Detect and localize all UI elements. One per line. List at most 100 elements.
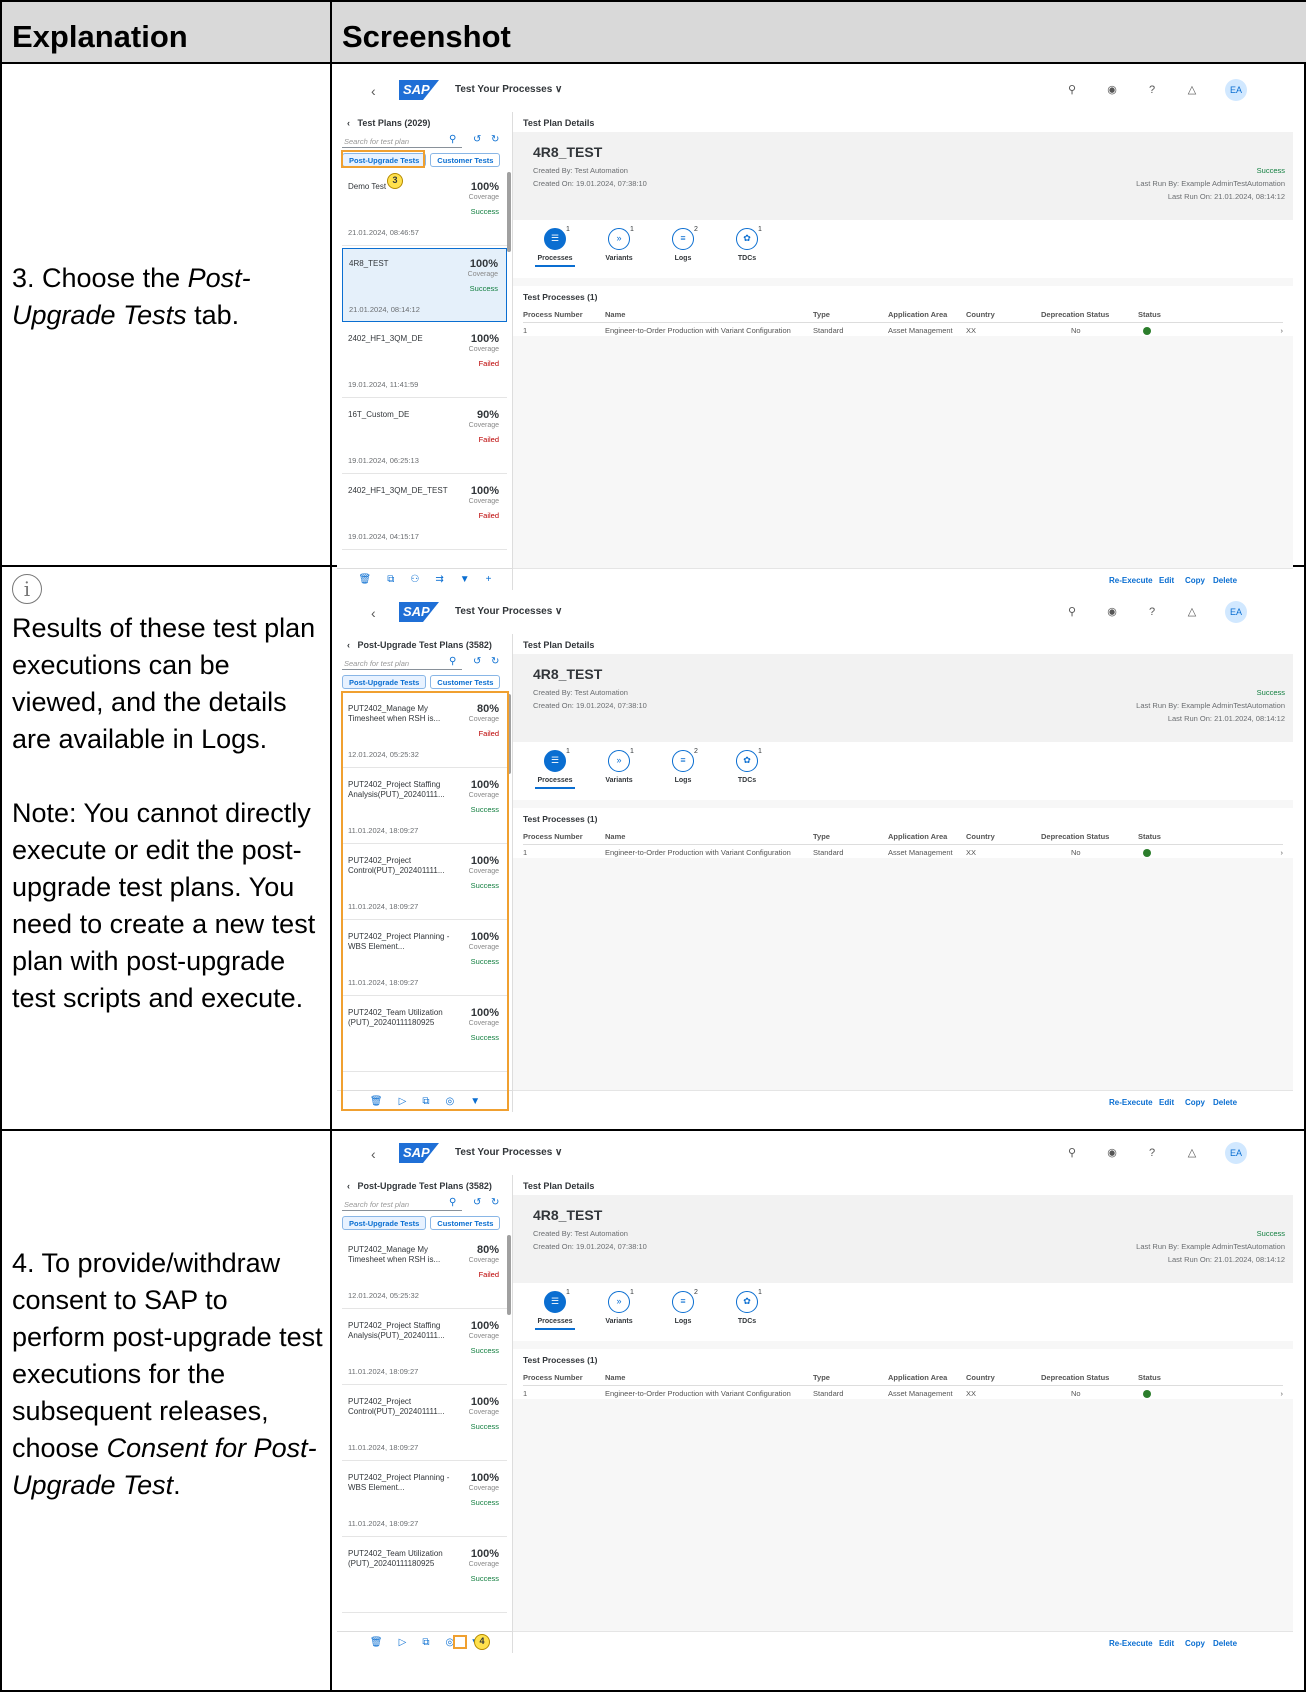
variants-icon: » bbox=[608, 228, 630, 250]
back-icon[interactable]: ‹ bbox=[371, 83, 376, 99]
list-item[interactable]: PUT2402_Project Staffing Analysis(PUT)_2… bbox=[342, 1311, 507, 1385]
help-icon[interactable]: ? bbox=[1145, 605, 1159, 619]
back-icon[interactable]: ‹ bbox=[371, 1146, 376, 1162]
search-input[interactable]: Search for test plan bbox=[342, 1198, 462, 1211]
assign-icon[interactable]: ⚇ bbox=[410, 574, 419, 585]
search-icon[interactable]: ⚲ bbox=[449, 134, 456, 145]
tab-logs[interactable]: ≡ 2 Logs bbox=[663, 1289, 703, 1341]
copilot-icon[interactable]: ◉ bbox=[1105, 605, 1119, 619]
search-icon[interactable]: ⚲ bbox=[449, 656, 456, 667]
table-title: Test Processes (1) bbox=[523, 814, 598, 824]
edit-button[interactable]: Edit bbox=[1159, 1639, 1174, 1648]
help-icon[interactable]: ? bbox=[1145, 83, 1159, 97]
list-item[interactable]: 2402_HF1_3QM_DE_TEST 100% Coverage Faile… bbox=[342, 476, 507, 550]
list-item[interactable]: PUT2402_Manage My Timesheet when RSH is.… bbox=[342, 1235, 507, 1309]
list-item[interactable]: 4R8_TEST 100% Coverage Success 21.01.202… bbox=[342, 248, 507, 322]
tab-variants[interactable]: » 1 Variants bbox=[599, 226, 639, 278]
app-title[interactable]: Test Your Processes ∨ bbox=[455, 1147, 562, 1158]
created-on: Created On: 19.01.2024, 07:38:10 bbox=[533, 179, 647, 188]
table-row[interactable]: 1 Engineer-to-Order Production with Varia… bbox=[523, 846, 1283, 861]
notification-icon[interactable]: △ bbox=[1185, 605, 1199, 619]
tab-variants[interactable]: » 1 Variants bbox=[599, 748, 639, 800]
row-chevron-icon[interactable]: › bbox=[1281, 848, 1284, 857]
item-coverage-label: Coverage bbox=[468, 1485, 499, 1492]
avatar[interactable]: EA bbox=[1225, 79, 1247, 101]
help-icon[interactable]: ? bbox=[1145, 1146, 1159, 1160]
highlight-list bbox=[341, 691, 509, 1111]
copilot-icon[interactable]: ◉ bbox=[1105, 83, 1119, 97]
search-icon[interactable]: ⚲ bbox=[1065, 83, 1079, 97]
delete-icon[interactable]: 🗑 bbox=[370, 1637, 383, 1648]
app-title[interactable]: Test Your Processes ∨ bbox=[455, 84, 562, 95]
list-item[interactable]: Demo Test 100% Coverage Success 21.01.20… bbox=[342, 172, 507, 246]
tab-post-upgrade-tests[interactable]: Post-Upgrade Tests bbox=[342, 675, 427, 689]
reset-icon[interactable]: ↺ bbox=[473, 656, 481, 667]
list-item[interactable]: PUT2402_Project Planning - WBS Element..… bbox=[342, 1463, 507, 1537]
search-input[interactable]: Search for test plan bbox=[342, 135, 462, 148]
re-execute-button[interactable]: Re-Execute bbox=[1109, 1639, 1153, 1648]
list-item[interactable]: PUT2402_Team Utilization (PUT)_202401111… bbox=[342, 1539, 507, 1613]
refresh-icon[interactable]: ↻ bbox=[491, 656, 499, 667]
tab-variants[interactable]: » 1 Variants bbox=[599, 1289, 639, 1341]
app-title[interactable]: Test Your Processes ∨ bbox=[455, 606, 562, 617]
item-name: PUT2402_Team Utilization (PUT)_202401111… bbox=[348, 1549, 443, 1568]
list-item[interactable]: 2402_HF1_3QM_DE 100% Coverage Failed 19.… bbox=[342, 324, 507, 398]
tab-logs[interactable]: ≡ 2 Logs bbox=[663, 226, 703, 278]
list-item[interactable]: PUT2402_Project Control(PUT)_202401111..… bbox=[342, 1387, 507, 1461]
item-status: Success bbox=[470, 1422, 499, 1431]
row-chevron-icon[interactable]: › bbox=[1281, 326, 1284, 335]
row-chevron-icon[interactable]: › bbox=[1281, 1389, 1284, 1398]
scrollbar[interactable] bbox=[507, 1235, 511, 1315]
search-icon[interactable]: ⚲ bbox=[1065, 605, 1079, 619]
copy-button[interactable]: Copy bbox=[1185, 576, 1205, 585]
execute-icon[interactable]: ▷ bbox=[399, 1637, 407, 1648]
re-execute-button[interactable]: Re-Execute bbox=[1109, 1098, 1153, 1107]
refresh-icon[interactable]: ↻ bbox=[491, 1197, 499, 1208]
reset-icon[interactable]: ↺ bbox=[473, 134, 481, 145]
notification-icon[interactable]: △ bbox=[1185, 1146, 1199, 1160]
scrollbar[interactable] bbox=[507, 172, 511, 252]
list-item[interactable]: 16T_Custom_DE 90% Coverage Failed 19.01.… bbox=[342, 400, 507, 474]
copy-icon[interactable]: ⧉ bbox=[422, 1637, 429, 1648]
edit-button[interactable]: Edit bbox=[1159, 1098, 1174, 1107]
search-icon[interactable]: ⚲ bbox=[449, 1197, 456, 1208]
table-row[interactable]: 1 Engineer-to-Order Production with Varia… bbox=[523, 324, 1283, 339]
delete-button[interactable]: Delete bbox=[1213, 1639, 1237, 1648]
table-row[interactable]: 1 Engineer-to-Order Production with Varia… bbox=[523, 1387, 1283, 1402]
tab-post-upgrade-tests[interactable]: Post-Upgrade Tests bbox=[342, 1216, 427, 1230]
processes-icon: ☰ bbox=[544, 228, 566, 250]
refresh-icon[interactable]: ↻ bbox=[491, 134, 499, 145]
sort-icon[interactable]: ⇉ bbox=[435, 574, 443, 585]
item-name: PUT2402_Project Planning - WBS Element..… bbox=[348, 1473, 450, 1492]
search-input[interactable]: Search for test plan bbox=[342, 657, 462, 670]
tab-customer-tests[interactable]: Customer Tests bbox=[430, 675, 501, 689]
tab-customer-tests[interactable]: Customer Tests bbox=[430, 1216, 501, 1230]
delete-button[interactable]: Delete bbox=[1213, 1098, 1237, 1107]
tab-processes[interactable]: ☰ 1 Processes bbox=[535, 1289, 575, 1341]
tab-tdcs[interactable]: ✿ 1 TDCs bbox=[727, 748, 767, 800]
delete-button[interactable]: Delete bbox=[1213, 576, 1237, 585]
tab-tdcs[interactable]: ✿ 1 TDCs bbox=[727, 1289, 767, 1341]
delete-icon[interactable]: 🗑 bbox=[359, 574, 372, 585]
tab-label: TDCs bbox=[737, 777, 757, 784]
copilot-icon[interactable]: ◉ bbox=[1105, 1146, 1119, 1160]
add-icon[interactable]: + bbox=[486, 574, 492, 585]
reset-icon[interactable]: ↺ bbox=[473, 1197, 481, 1208]
tab-processes[interactable]: ☰ 1 Processes bbox=[535, 226, 575, 278]
edit-button[interactable]: Edit bbox=[1159, 576, 1174, 585]
re-execute-button[interactable]: Re-Execute bbox=[1109, 576, 1153, 585]
tab-logs[interactable]: ≡ 2 Logs bbox=[663, 748, 703, 800]
search-icon[interactable]: ⚲ bbox=[1065, 1146, 1079, 1160]
copy-button[interactable]: Copy bbox=[1185, 1639, 1205, 1648]
tab-processes[interactable]: ☰ 1 Processes bbox=[535, 748, 575, 800]
filter-icon[interactable]: ▼ bbox=[460, 574, 470, 585]
copy-icon[interactable]: ⧉ bbox=[387, 574, 394, 585]
avatar[interactable]: EA bbox=[1225, 1142, 1247, 1164]
notification-icon[interactable]: △ bbox=[1185, 83, 1199, 97]
tab-tdcs[interactable]: ✿ 1 TDCs bbox=[727, 226, 767, 278]
copy-button[interactable]: Copy bbox=[1185, 1098, 1205, 1107]
avatar[interactable]: EA bbox=[1225, 601, 1247, 623]
test-plan-list-panel: ‹ Post-Upgrade Test Plans (3582) Search … bbox=[337, 1175, 513, 1653]
back-icon[interactable]: ‹ bbox=[371, 605, 376, 621]
tab-customer-tests[interactable]: Customer Tests bbox=[430, 153, 501, 167]
